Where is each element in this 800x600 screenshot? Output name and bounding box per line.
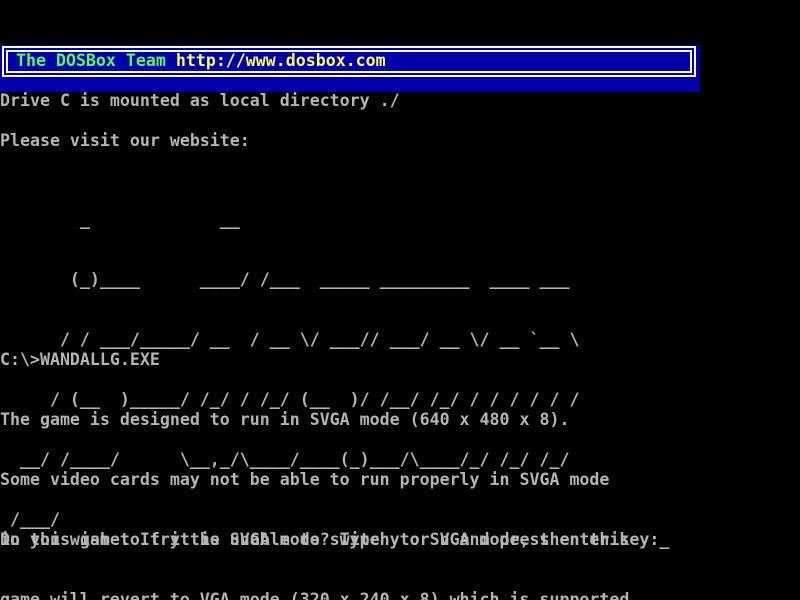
svga-mode-prompt[interactable]: Do you wish to try the SVGA mode? Type y… (0, 530, 669, 550)
output-line: game will revert to VGA mode (320 x 240 … (0, 590, 649, 600)
prompt-text: Do you wish to try the SVGA mode? Type y… (0, 530, 659, 549)
dosbox-banner: The DOSBox Team http://www.dosbox.com (0, 45, 700, 92)
dosbox-terminal-screen[interactable]: The DOSBox Team http://www.dosbox.com Dr… (0, 0, 800, 600)
banner-title: The DOSBox Team http://www.dosbox.com (16, 51, 386, 71)
output-line: Some video cards may not be able to run … (0, 470, 649, 490)
website-prompt: Please visit our website: (0, 131, 250, 151)
output-line: The game is designed to run in SVGA mode… (0, 410, 649, 430)
text-cursor[interactable]: _ (659, 530, 669, 550)
dosbox-team-label: The DOSBox Team (16, 51, 176, 70)
ascii-logo-line: (_)____ ____/ /___ _____ _________ ____ … (0, 270, 579, 290)
command-line: C:\>WANDALLG.EXE (0, 350, 649, 370)
drive-mount-status: Drive C is mounted as local directory ./ (0, 91, 400, 111)
console-output: C:\>WANDALLG.EXE The game is designed to… (0, 310, 649, 600)
ascii-logo-line: _ __ (0, 210, 579, 230)
dosbox-url: http://www.dosbox.com (176, 51, 386, 70)
